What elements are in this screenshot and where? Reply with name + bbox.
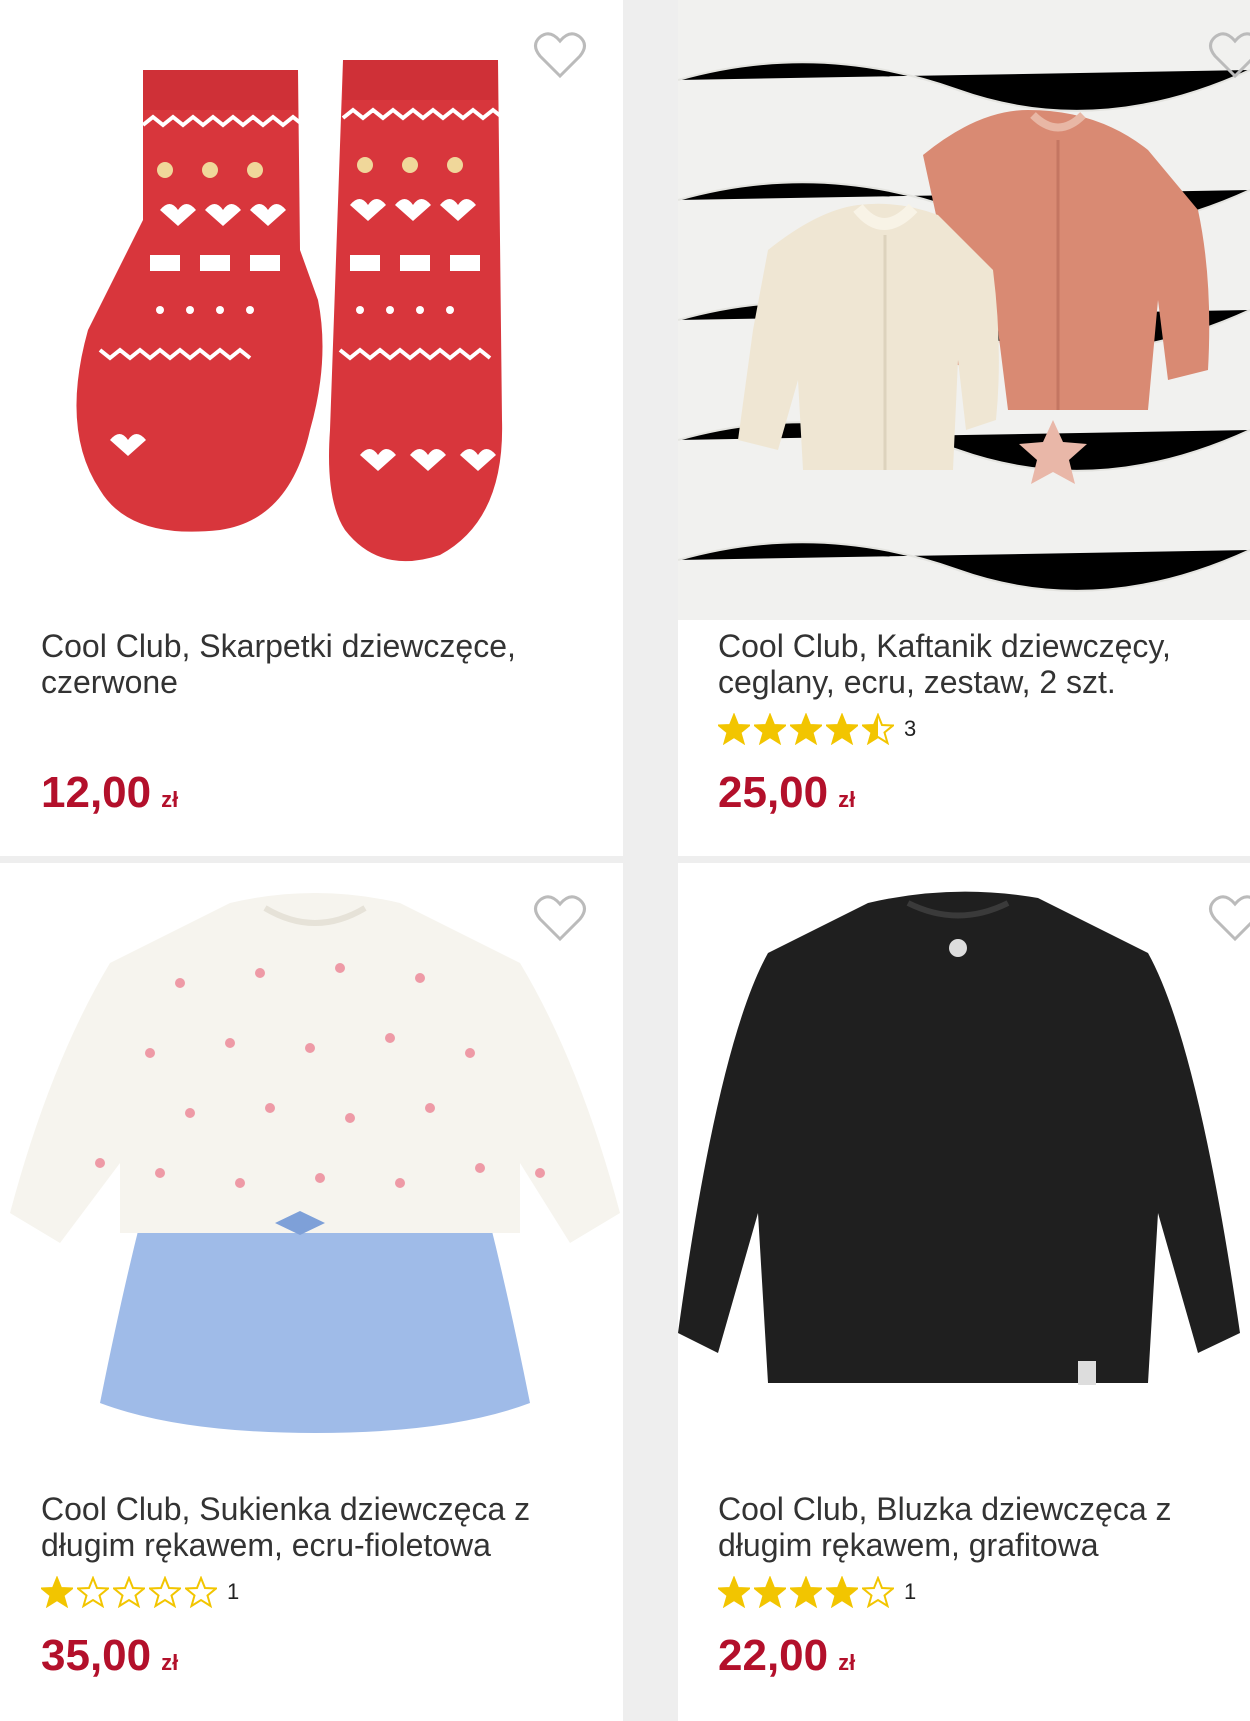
price-amount: 25,00 <box>718 768 829 817</box>
product-price: 25,00 zł <box>718 768 855 818</box>
rating-stars: 1 <box>718 1575 916 1609</box>
star-empty-icon <box>113 1576 145 1608</box>
product-image-cardigans[interactable] <box>678 0 1250 620</box>
price-amount: 22,00 <box>718 1631 829 1680</box>
heart-outline-icon[interactable] <box>1208 30 1250 80</box>
star-empty-icon <box>185 1576 217 1608</box>
star-half-icon <box>862 713 894 745</box>
product-card[interactable]: Cool Club, Bluzka dziewczęca z długim rę… <box>678 863 1250 1721</box>
star-empty-icon <box>77 1576 109 1608</box>
heart-outline-icon[interactable] <box>1208 893 1250 943</box>
price-amount: 12,00 <box>41 768 152 817</box>
rating-count: 1 <box>227 1579 240 1604</box>
product-price: 22,00 zł <box>718 1631 855 1681</box>
star-empty-icon <box>862 1576 894 1608</box>
heart-outline-icon[interactable] <box>533 893 587 943</box>
product-price: 12,00 zł <box>41 768 178 818</box>
star-full-icon <box>718 1576 750 1608</box>
product-title[interactable]: Cool Club, Sukienka dziewczęca z długim … <box>41 1491 601 1563</box>
star-full-icon <box>754 713 786 745</box>
star-full-icon <box>41 1576 73 1608</box>
product-image-socks[interactable] <box>0 0 623 620</box>
rating-count: 1 <box>904 1579 917 1604</box>
product-title[interactable]: Cool Club, Bluzka dziewczęca z długim rę… <box>718 1491 1238 1563</box>
star-full-icon <box>718 713 750 745</box>
price-amount: 35,00 <box>41 1631 152 1680</box>
star-full-icon <box>826 713 858 745</box>
product-card[interactable]: Cool Club, Sukienka dziewczęca z długim … <box>0 863 623 1721</box>
price-currency: zł <box>161 787 179 812</box>
star-full-icon <box>790 713 822 745</box>
price-currency: zł <box>838 1650 856 1675</box>
star-full-icon <box>790 1576 822 1608</box>
heart-outline-icon[interactable] <box>533 30 587 80</box>
product-image-dress[interactable] <box>0 863 623 1483</box>
star-empty-icon <box>149 1576 181 1608</box>
product-card[interactable]: Cool Club, Skarpetki dziewczęce, czerwon… <box>0 0 623 856</box>
star-full-icon <box>754 1576 786 1608</box>
star-full-icon <box>826 1576 858 1608</box>
price-currency: zł <box>838 787 856 812</box>
product-title[interactable]: Cool Club, Skarpetki dziewczęce, czerwon… <box>41 628 601 700</box>
rating-stars: 1 <box>41 1575 239 1609</box>
product-price: 35,00 zł <box>41 1631 178 1681</box>
rating-stars: 3 <box>718 712 916 746</box>
product-title[interactable]: Cool Club, Kaftanik dziewczęcy, ceglany,… <box>718 628 1238 700</box>
rating-count: 3 <box>904 716 917 741</box>
price-currency: zł <box>161 1650 179 1675</box>
product-image-top[interactable] <box>678 863 1250 1483</box>
product-card[interactable]: Cool Club, Kaftanik dziewczęcy, ceglany,… <box>678 0 1250 856</box>
